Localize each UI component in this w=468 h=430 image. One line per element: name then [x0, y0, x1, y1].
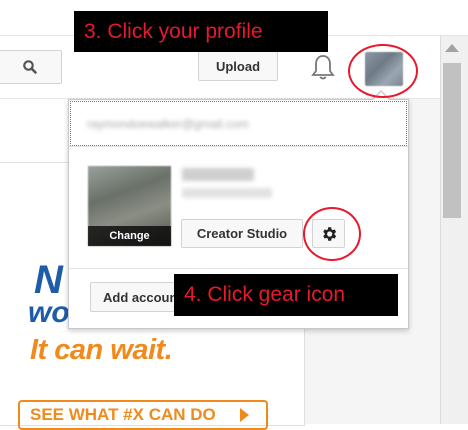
- account-email: raymondoewalker@gmail.com: [87, 116, 249, 131]
- profile-highlight-circle: [348, 44, 418, 98]
- menu-divider: [69, 268, 408, 269]
- gear-highlight-circle: [303, 207, 361, 261]
- scroll-up-arrow-icon[interactable]: [445, 44, 459, 52]
- channel-subtitle-redacted: [182, 188, 272, 198]
- step-4-text: 4. Click gear icon: [184, 283, 346, 306]
- play-arrow-icon: [239, 408, 249, 422]
- ad-logo-text: wo: [28, 296, 70, 329]
- scrollbar-thumb[interactable]: [443, 63, 461, 218]
- upload-button[interactable]: Upload: [198, 51, 278, 81]
- search-icon: [23, 60, 37, 74]
- ad-cta-button[interactable]: SEE WHAT #X CAN DO: [18, 400, 268, 430]
- ad-tagline: It can wait.: [30, 334, 173, 366]
- creator-studio-button[interactable]: Creator Studio: [181, 219, 303, 248]
- ad-cta-label: SEE WHAT #X CAN DO: [30, 405, 216, 424]
- step-3-text: 3. Click your profile: [84, 19, 263, 43]
- bell-icon[interactable]: [310, 53, 336, 81]
- menu-divider: [69, 146, 408, 147]
- account-email-row[interactable]: raymondoewalker@gmail.com: [70, 101, 407, 146]
- step-3-callout: 3. Click your profile: [74, 11, 328, 52]
- search-button[interactable]: [0, 50, 62, 84]
- change-picture-label[interactable]: Change: [88, 226, 171, 246]
- step-4-callout: 4. Click gear icon: [174, 274, 398, 316]
- channel-name-redacted: [182, 168, 254, 181]
